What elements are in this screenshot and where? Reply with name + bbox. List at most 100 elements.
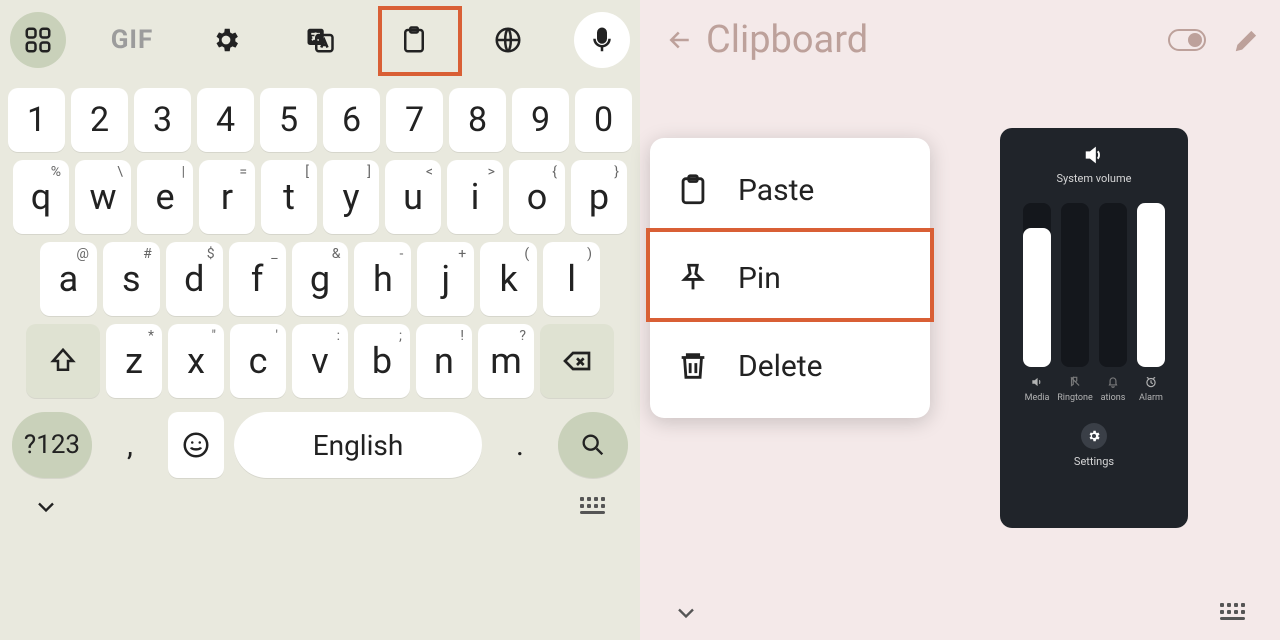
gear-icon: [211, 25, 241, 55]
key-space[interactable]: English: [234, 412, 482, 478]
translate-button[interactable]: [292, 12, 348, 68]
settings-button[interactable]: [198, 12, 254, 68]
key-f[interactable]: _f: [229, 242, 286, 316]
key-3[interactable]: 3: [134, 88, 191, 152]
back-arrow-icon[interactable]: [660, 25, 700, 55]
key-4[interactable]: 4: [197, 88, 254, 152]
key-8[interactable]: 8: [449, 88, 506, 152]
menu-pin[interactable]: Pin: [650, 234, 930, 322]
bell-icon: [1106, 375, 1120, 389]
key-row-qwerty: %q \w |e =r [t ]y <u >i {o }p: [2, 156, 638, 238]
key-n[interactable]: !n: [416, 324, 472, 398]
key-5[interactable]: 5: [260, 88, 317, 152]
key-9[interactable]: 9: [512, 88, 569, 152]
key-y[interactable]: ]y: [323, 160, 379, 234]
key-e[interactable]: |e: [137, 160, 193, 234]
key-z[interactable]: *z: [106, 324, 162, 398]
clipboard-title: Clipboard: [700, 18, 1168, 62]
key-shift[interactable]: [26, 324, 100, 398]
clipboard-context-menu: Paste Pin Delete: [650, 138, 930, 418]
key-g[interactable]: &g: [292, 242, 349, 316]
apps-grid-button[interactable]: [10, 12, 66, 68]
grid-icon: [23, 25, 53, 55]
key-p[interactable]: }p: [571, 160, 627, 234]
key-h[interactable]: -h: [354, 242, 411, 316]
key-u[interactable]: <u: [385, 160, 441, 234]
key-backspace[interactable]: [540, 324, 614, 398]
keyboard-toolbar: GIF: [0, 0, 640, 80]
key-search[interactable]: [558, 412, 628, 478]
trash-icon: [676, 349, 710, 383]
key-2[interactable]: 2: [71, 88, 128, 152]
key-0[interactable]: 0: [575, 88, 632, 152]
menu-delete[interactable]: Delete: [650, 322, 930, 410]
chevron-down-icon[interactable]: [32, 493, 60, 521]
clipboard-button[interactable]: [386, 12, 442, 68]
keyboard-switch-icon[interactable]: [1220, 603, 1248, 623]
pin-icon: [676, 261, 710, 295]
slider-ringtone[interactable]: Ringtone: [1061, 203, 1089, 367]
shift-icon: [48, 346, 78, 376]
key-row-numbers: 1 2 3 4 5 6 7 8 9 0: [2, 82, 638, 156]
menu-paste[interactable]: Paste: [650, 146, 930, 234]
key-m[interactable]: ?m: [478, 324, 534, 398]
key-w[interactable]: \w: [75, 160, 131, 234]
key-6[interactable]: 6: [323, 88, 380, 152]
alarm-icon: [1144, 375, 1158, 389]
key-k[interactable]: (k: [480, 242, 537, 316]
globe-button[interactable]: [480, 12, 536, 68]
keyboard-switch-icon[interactable]: [580, 497, 608, 517]
key-a[interactable]: @a: [40, 242, 97, 316]
key-b[interactable]: ;b: [354, 324, 410, 398]
globe-icon: [493, 25, 523, 55]
key-t[interactable]: [t: [261, 160, 317, 234]
voice-button[interactable]: [574, 12, 630, 68]
key-1[interactable]: 1: [8, 88, 65, 152]
key-l[interactable]: )l: [543, 242, 600, 316]
key-emoji[interactable]: [168, 412, 224, 478]
translate-icon: [305, 25, 335, 55]
key-comma[interactable]: ,: [102, 412, 158, 478]
key-row-zxcv: *z "x 'c :v ;b !n ?m: [2, 320, 638, 402]
nav-bar-left: [0, 480, 640, 534]
gear-small-icon: [1087, 429, 1101, 443]
slider-media[interactable]: Media: [1023, 203, 1051, 367]
search-icon: [579, 431, 607, 459]
key-s[interactable]: #s: [103, 242, 160, 316]
key-j[interactable]: +j: [417, 242, 474, 316]
key-v[interactable]: :v: [292, 324, 348, 398]
mic-icon: [587, 25, 617, 55]
key-row-bottom: ?123 , English .: [2, 402, 638, 478]
volume-panel: System volume Media Ringtone ations Alar…: [1000, 128, 1188, 528]
chevron-down-icon[interactable]: [672, 599, 700, 627]
key-q[interactable]: %q: [13, 160, 69, 234]
key-o[interactable]: {o: [509, 160, 565, 234]
clipboard-icon: [399, 25, 429, 55]
key-r[interactable]: =r: [199, 160, 255, 234]
clipboard-header: Clipboard: [640, 0, 1280, 80]
volume-title: System volume: [1057, 172, 1132, 185]
clipboard-toggle[interactable]: [1168, 29, 1206, 51]
keyboard-panel: GIF 1 2 3 4 5: [0, 0, 640, 640]
clipboard-panel: Clipboard Paste Pin Delete System volume: [640, 0, 1280, 640]
emoji-icon: [181, 430, 211, 460]
menu-delete-label: Delete: [738, 349, 823, 384]
slider-notifications[interactable]: ations: [1099, 203, 1127, 367]
gif-button[interactable]: GIF: [104, 12, 160, 68]
key-x[interactable]: "x: [168, 324, 224, 398]
key-7[interactable]: 7: [386, 88, 443, 152]
key-period[interactable]: .: [492, 412, 548, 478]
key-mode-123[interactable]: ?123: [12, 412, 92, 478]
slider-alarm[interactable]: Alarm: [1137, 203, 1165, 367]
key-d[interactable]: $d: [166, 242, 223, 316]
paste-icon: [676, 173, 710, 207]
key-i[interactable]: >i: [447, 160, 503, 234]
key-c[interactable]: 'c: [230, 324, 286, 398]
volume-settings[interactable]: Settings: [1074, 423, 1114, 468]
key-row-asdf: @a #s $d _f &g -h +j (k )l: [2, 238, 638, 320]
keyboard: 1 2 3 4 5 6 7 8 9 0 %q \w |e =r [t ]y <u…: [0, 80, 640, 480]
volume-icon: [1083, 144, 1105, 166]
volume-settings-label: Settings: [1074, 455, 1114, 468]
backspace-icon: [561, 345, 593, 377]
pencil-icon[interactable]: [1234, 27, 1260, 53]
